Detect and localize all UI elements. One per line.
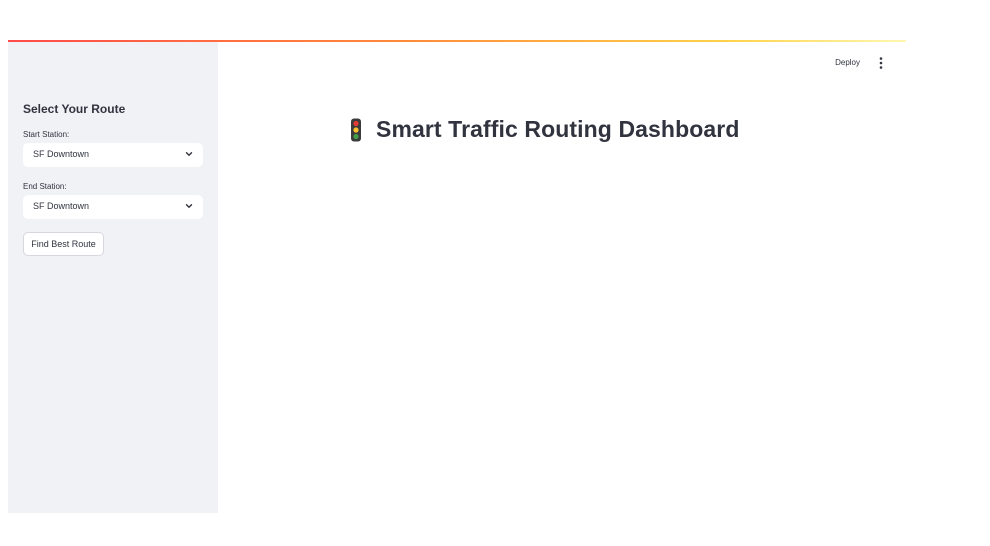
sidebar-title: Select Your Route <box>23 102 126 116</box>
vertical-ellipsis-icon[interactable] <box>876 56 886 70</box>
page-title: Smart Traffic Routing Dashboard <box>376 116 740 142</box>
toolbar: Deploy <box>816 56 886 70</box>
start-station-value: SF Downtown <box>33 149 90 159</box>
chevron-down-icon <box>185 204 193 208</box>
find-best-route-button[interactable]: Find Best Route <box>23 232 104 256</box>
chevron-down-icon <box>185 152 193 156</box>
start-station-label: Start Station: <box>23 130 70 139</box>
app-window: Select Your Route Start Station: SF Down… <box>8 40 906 513</box>
traffic-light-icon <box>351 118 361 142</box>
sidebar: Select Your Route Start Station: SF Down… <box>8 42 218 513</box>
start-station-select[interactable]: SF Downtown <box>23 143 203 167</box>
end-station-value: SF Downtown <box>33 201 90 211</box>
deploy-button[interactable]: Deploy <box>835 58 860 67</box>
end-station-label: End Station: <box>23 182 67 191</box>
end-station-select[interactable]: SF Downtown <box>23 195 203 219</box>
